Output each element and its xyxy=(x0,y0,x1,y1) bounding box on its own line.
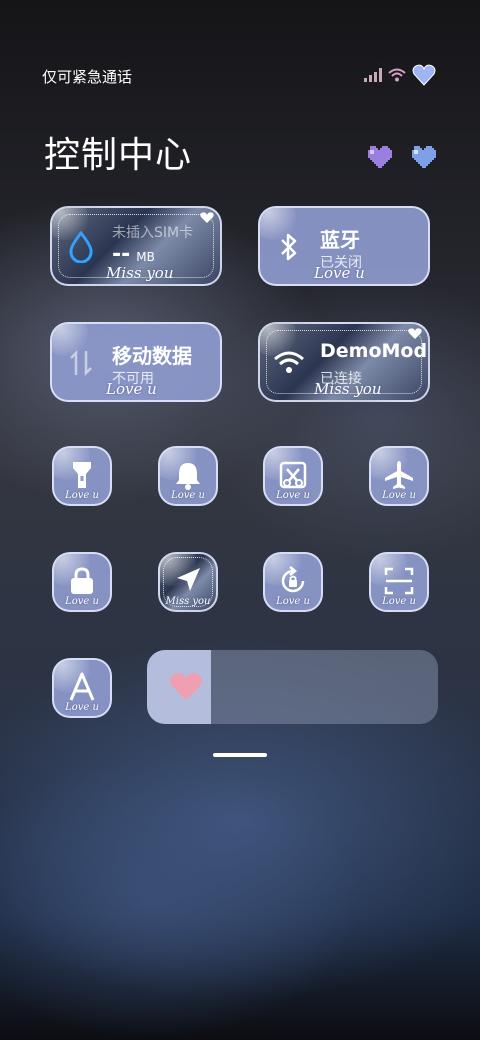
signature-text: Love u xyxy=(276,490,310,501)
signature-text: Love u xyxy=(65,596,99,607)
location-toggle[interactable]: Miss you xyxy=(158,552,218,612)
signal-icon xyxy=(364,68,382,82)
signature-text: Love u xyxy=(65,702,99,713)
bell-icon xyxy=(160,460,216,490)
bell-toggle[interactable]: Love u xyxy=(158,446,218,506)
lock-icon xyxy=(54,566,110,596)
signature-text: Miss you xyxy=(106,264,174,282)
lock-screen-toggle[interactable]: Love u xyxy=(52,552,112,612)
signature-text: Love u xyxy=(65,490,99,501)
signature-text: Love u xyxy=(276,596,310,607)
flashlight-toggle[interactable]: Love u xyxy=(52,446,112,506)
font-icon xyxy=(54,672,110,702)
location-icon xyxy=(160,566,216,594)
mobile-data-label: 移动数据 xyxy=(112,344,192,368)
font-toggle[interactable]: Love u xyxy=(52,658,112,718)
wifi-network-name: DemoMod xyxy=(320,340,428,362)
bluetooth-label: 蓝牙 xyxy=(320,228,360,252)
scanner-toggle[interactable]: Love u xyxy=(369,552,429,612)
sim-status: 未插入SIM卡 xyxy=(112,225,194,241)
flashlight-icon xyxy=(54,460,110,490)
airplane-icon xyxy=(371,460,427,490)
pixel-heart-icon xyxy=(368,146,392,168)
bluetooth-icon xyxy=(272,230,306,264)
airplane-mode-toggle[interactable]: Love u xyxy=(369,446,429,506)
corner-heart-icon xyxy=(200,212,214,223)
carrier-text: 仅可紧急通话 xyxy=(42,68,133,86)
data-usage-tile[interactable]: 未插入SIM卡 -- MB Miss you xyxy=(50,206,222,286)
signature-text: Love u xyxy=(382,490,416,501)
water-drop-icon xyxy=(64,230,98,264)
scan-icon xyxy=(371,566,427,596)
rotation-lock-toggle[interactable]: Love u xyxy=(263,552,323,612)
status-icons xyxy=(364,64,436,86)
signature-text: Love u xyxy=(171,490,205,501)
bluetooth-tile[interactable]: 蓝牙 已关闭 Love u xyxy=(258,206,430,286)
signature-text: Love u xyxy=(314,264,365,282)
page-title: 控制中心 xyxy=(44,135,193,176)
home-indicator[interactable] xyxy=(213,753,267,757)
heart-icon xyxy=(170,673,202,700)
corner-heart-icon xyxy=(408,328,422,339)
signature-text: Love u xyxy=(382,596,416,607)
screenshot-icon xyxy=(265,460,321,490)
data-unit: MB xyxy=(136,250,155,264)
wifi-icon xyxy=(272,346,306,380)
status-bar: 仅可紧急通话 xyxy=(42,64,436,86)
wifi-tile[interactable]: DemoMod 已连接 Miss you xyxy=(258,322,430,402)
signature-text: Love u xyxy=(106,380,157,398)
screenshot-toggle[interactable]: Love u xyxy=(263,446,323,506)
mobile-data-icon xyxy=(64,346,98,380)
brightness-slider[interactable] xyxy=(147,650,438,724)
rotation-lock-icon xyxy=(265,566,321,596)
mobile-data-tile[interactable]: 移动数据 不可用 Love u xyxy=(50,322,222,402)
signature-text: Miss you xyxy=(165,596,211,607)
decorative-hearts xyxy=(366,146,436,168)
heart-icon xyxy=(412,64,436,86)
signature-text: Miss you xyxy=(314,380,382,398)
pixel-heart-icon xyxy=(412,146,436,168)
wifi-icon xyxy=(388,68,406,82)
